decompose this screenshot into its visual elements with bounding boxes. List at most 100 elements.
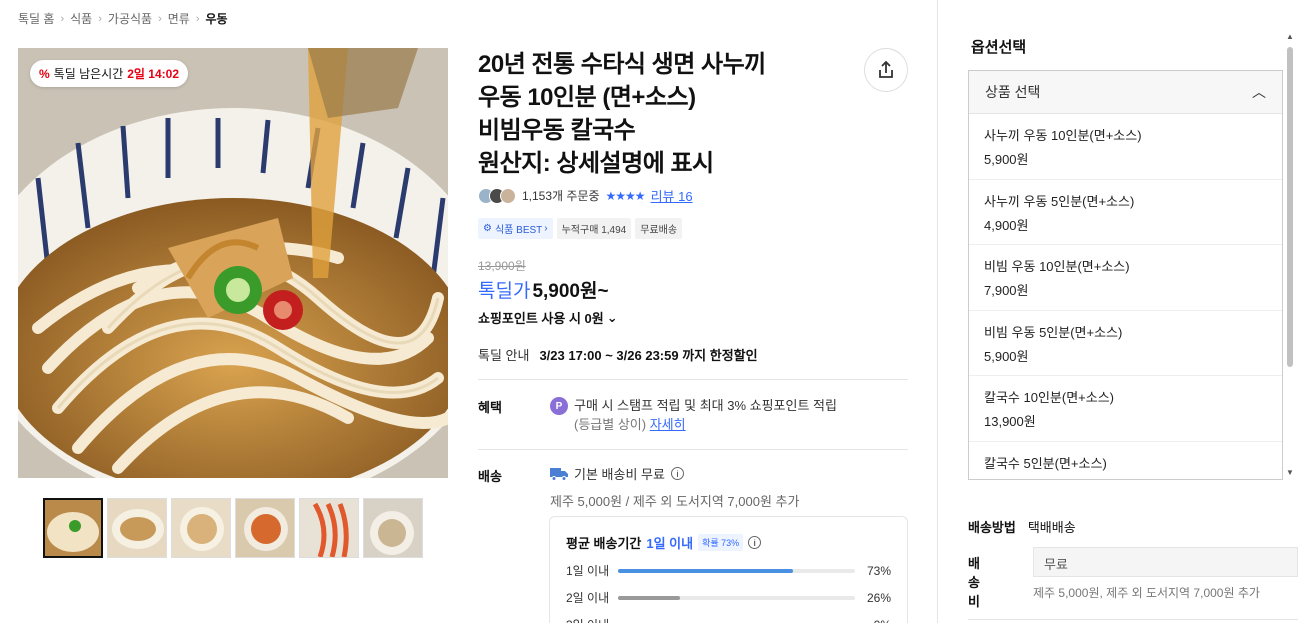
chevron-right-icon: › xyxy=(158,12,162,25)
option-name: 비빔 우동 10인분(면+소스) xyxy=(984,259,1130,274)
share-button[interactable] xyxy=(864,48,908,92)
chevron-down-icon: ⌄ xyxy=(606,309,618,325)
timer-value: 2일 14:02 xyxy=(127,67,179,81)
thumbnail-2[interactable] xyxy=(107,498,167,558)
option-price: 4,900원 xyxy=(984,217,1029,233)
title-line: 원산지: 상세설명에 표시 xyxy=(478,150,714,177)
deal-price-value: 5,900원~ xyxy=(532,281,609,302)
chevron-right-icon: › xyxy=(98,12,102,25)
thumbnail-3[interactable] xyxy=(171,498,231,558)
option-item[interactable]: 비빔 우동 10인분(면+소스) 7,900원 xyxy=(969,245,1282,311)
option-select-label: 상품 선택 xyxy=(985,84,1041,100)
extra-shipping: 제주 5,000원 / 제주 외 도서지역 7,000원 추가 xyxy=(550,494,800,509)
thumbnail-1[interactable] xyxy=(43,498,103,558)
benefit-row: P 구매 시 스탬프 적립 및 최대 3% 쇼핑포인트 적립 (등급별 상이) … xyxy=(550,396,837,434)
badge-list: ⚙ 식품 BEST › 누적구매 1,494 무료배송 xyxy=(478,218,683,239)
bar-fill xyxy=(617,595,680,600)
option-scrollbar[interactable]: ▲ ▼ xyxy=(1285,32,1295,480)
option-select: 상품 선택 ︿ 사누끼 우동 10인분(면+소스) 5,900원 사누끼 우동 5인… xyxy=(968,70,1283,480)
option-item[interactable]: 비빔 우동 5인분(면+소스) 5,900원 xyxy=(969,311,1282,376)
scroll-thumb[interactable] xyxy=(1287,47,1293,367)
chevron-right-icon: › xyxy=(60,12,65,25)
percent-icon: % xyxy=(39,66,50,81)
shipping-method: 배송방법 택배배송 xyxy=(968,517,1076,536)
deal-info-label: 톡딜 안내 xyxy=(478,348,530,363)
scroll-down-icon[interactable]: ▼ xyxy=(1286,468,1294,477)
option-price: 5,900원 xyxy=(984,348,1029,364)
divider xyxy=(478,379,908,380)
shipping-method-value: 택배배송 xyxy=(1027,520,1076,535)
bar-percent: 26% xyxy=(866,590,892,605)
review-link[interactable]: 리뷰 16 xyxy=(651,186,693,205)
benefit-label: 혜택 xyxy=(478,400,502,415)
point-text: 쇼핑포인트 사용 시 0원 xyxy=(478,311,604,326)
best-badge-label: 식품 BEST xyxy=(494,225,543,236)
shipping-fee-label: 배송비 xyxy=(968,556,980,609)
thumbnail-list xyxy=(43,498,423,558)
thumbnail-6[interactable] xyxy=(363,498,423,558)
shipping-label: 배송 xyxy=(478,469,502,484)
rating-row: 1,153개 주문중 ★★★★ 리뷰 16 xyxy=(478,186,693,205)
option-price: 13,900원 xyxy=(984,414,1036,429)
bar-fill xyxy=(617,568,793,573)
cumulative-badge: 누적구매 1,494 xyxy=(556,218,632,239)
option-name: 칼국수 5인분(면+소스) xyxy=(984,455,1107,471)
deal-info-value: 3/23 17:00 ~ 3/26 23:59 까지 한정할인 xyxy=(539,348,758,363)
probability-badge: 확률 73% xyxy=(698,534,744,551)
option-name: 사누끼 우동 10인분(면+소스) xyxy=(984,128,1142,143)
product-info: 20년 전통 수타식 생면 사누끼 우동 10인분 (면+소스) 비빔우동 칼국… xyxy=(478,48,908,180)
option-name: 비빔 우동 5인분(면+소스) xyxy=(984,324,1123,340)
truck-icon xyxy=(550,467,568,481)
option-item[interactable]: 사누끼 우동 10인분(면+소스) 5,900원 xyxy=(969,114,1282,180)
option-name: 사누끼 우동 5인분(면+소스) xyxy=(984,193,1135,209)
chevron-up-icon: ︿ xyxy=(1252,84,1266,100)
basic-shipping: 기본 배송비 무료 xyxy=(574,467,665,482)
shipping-fee-value: 무료 xyxy=(1033,547,1298,577)
bar-label: 3일 이내 xyxy=(566,616,618,623)
breadcrumb-home[interactable]: 톡딜 홈 xyxy=(18,10,54,27)
option-item[interactable]: 사누끼 우동 5인분(면+소스) 4,900원 xyxy=(969,180,1282,245)
deal-info: 톡딜 안내 3/23 17:00 ~ 3/26 23:59 까지 한정할인 xyxy=(478,345,758,364)
breadcrumb-udon[interactable]: 우동 xyxy=(206,10,228,27)
option-price: 9,900원 xyxy=(984,477,1267,480)
delivery-bar-row: 1일 이내 73% xyxy=(566,562,891,579)
panel-divider xyxy=(937,0,938,623)
avatar xyxy=(500,187,516,204)
breadcrumb-processed[interactable]: 가공식품 xyxy=(108,10,152,27)
scroll-up-icon[interactable]: ▲ xyxy=(1286,32,1294,41)
breadcrumb: 톡딜 홈 › 식품 › 가공식품 › 면류 › 우동 xyxy=(18,10,228,27)
shipping-info: 기본 배송비 무료 i 제주 5,000원 / 제주 외 도서지역 7,000원… xyxy=(550,464,799,510)
option-item[interactable]: 칼국수 10인분(면+소스) 13,900원 xyxy=(969,376,1282,442)
delivery-period-box: 평균 배송기간 1일 이내 확률 73% i 1일 이내 73% 2일 이내 26% 3… xyxy=(549,516,908,623)
option-item[interactable]: 칼국수 5인분(면+소스) 9,900원 xyxy=(969,442,1282,480)
breadcrumb-food[interactable]: 식품 xyxy=(70,10,92,27)
benefit-text: 구매 시 스탬프 적립 및 최대 3% 쇼핑포인트 적립 xyxy=(574,398,837,413)
bar-label: 2일 이내 xyxy=(566,591,610,605)
info-icon[interactable]: i xyxy=(748,536,762,549)
info-icon[interactable]: i xyxy=(670,467,684,480)
bar-track xyxy=(617,568,856,573)
product-main-image[interactable] xyxy=(18,48,448,478)
bar-label: 1일 이내 xyxy=(566,564,610,578)
option-price: 7,900원 xyxy=(984,283,1029,298)
chevron-right-icon: › xyxy=(544,223,548,234)
thumbnail-4[interactable] xyxy=(235,498,295,558)
title-line: 비빔우동 칼국수 xyxy=(478,117,636,144)
deal-timer-badge: % 톡딜 남은시간 2일 14:02 xyxy=(30,60,188,87)
original-price: 13,900원 xyxy=(478,259,526,273)
best-badge[interactable]: ⚙ 식품 BEST › xyxy=(478,218,553,239)
thumbnail-5[interactable] xyxy=(299,498,359,558)
option-select-header[interactable]: 상품 선택 ︿ xyxy=(969,71,1282,114)
chevron-right-icon: › xyxy=(195,12,200,25)
option-title: 옵션선택 xyxy=(971,39,1027,56)
title-line: 우동 10인분 (면+소스) xyxy=(478,84,696,111)
avg-delivery-title: 평균 배송기간 xyxy=(566,536,642,551)
share-icon xyxy=(879,60,893,78)
deal-price: 톡딜가 5,900원~ xyxy=(478,276,609,303)
point-dropdown[interactable]: 쇼핑포인트 사용 시 0원 ⌄ xyxy=(478,308,618,327)
divider xyxy=(478,449,908,450)
benefit-detail-link[interactable]: 자세히 xyxy=(650,417,686,432)
breadcrumb-noodles[interactable]: 면류 xyxy=(168,10,190,27)
bar-percent: 73% xyxy=(866,563,892,578)
free-shipping-badge: 무료배송 xyxy=(635,218,683,239)
